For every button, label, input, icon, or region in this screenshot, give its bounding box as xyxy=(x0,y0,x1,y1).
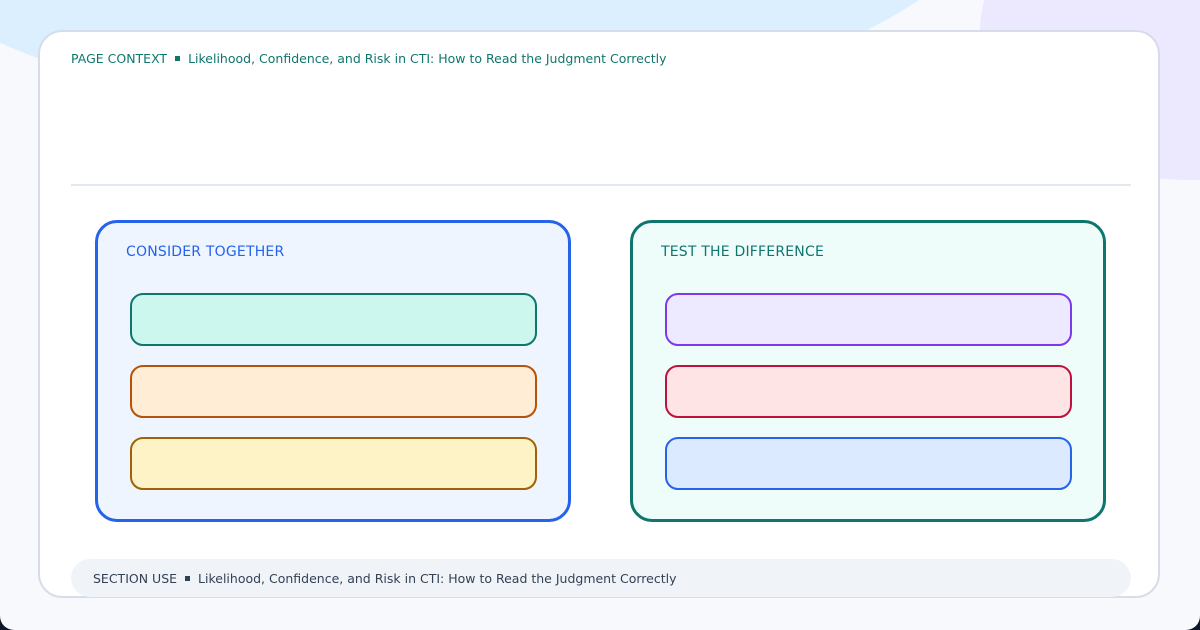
page-context-text: Likelihood, Confidence, and Risk in CTI:… xyxy=(188,51,667,66)
bullet-icon xyxy=(175,56,181,61)
panel-title: TEST THE DIFFERENCE xyxy=(661,244,824,260)
section-use-footer: SECTION USE Likelihood, Confidence, and R… xyxy=(71,559,1131,597)
page-context: PAGE CONTEXT Likelihood, Confidence, and … xyxy=(71,51,667,66)
panel-consider-together: CONSIDER TOGETHER xyxy=(95,220,571,522)
item-bar xyxy=(130,437,537,490)
main-card: PAGE CONTEXT Likelihood, Confidence, and … xyxy=(38,30,1160,598)
panel-test-the-difference: TEST THE DIFFERENCE xyxy=(630,220,1106,522)
item-bar xyxy=(665,437,1072,490)
item-bar xyxy=(130,293,537,346)
item-bar xyxy=(130,365,537,418)
header-divider xyxy=(71,184,1131,186)
bullet-icon xyxy=(185,576,191,581)
panel-title: CONSIDER TOGETHER xyxy=(126,244,285,260)
section-use-text: Likelihood, Confidence, and Risk in CTI:… xyxy=(198,571,677,586)
page-context-label: PAGE CONTEXT xyxy=(71,51,168,66)
section-use-label: SECTION USE xyxy=(93,571,178,586)
item-bar xyxy=(665,293,1072,346)
item-bar xyxy=(665,365,1072,418)
